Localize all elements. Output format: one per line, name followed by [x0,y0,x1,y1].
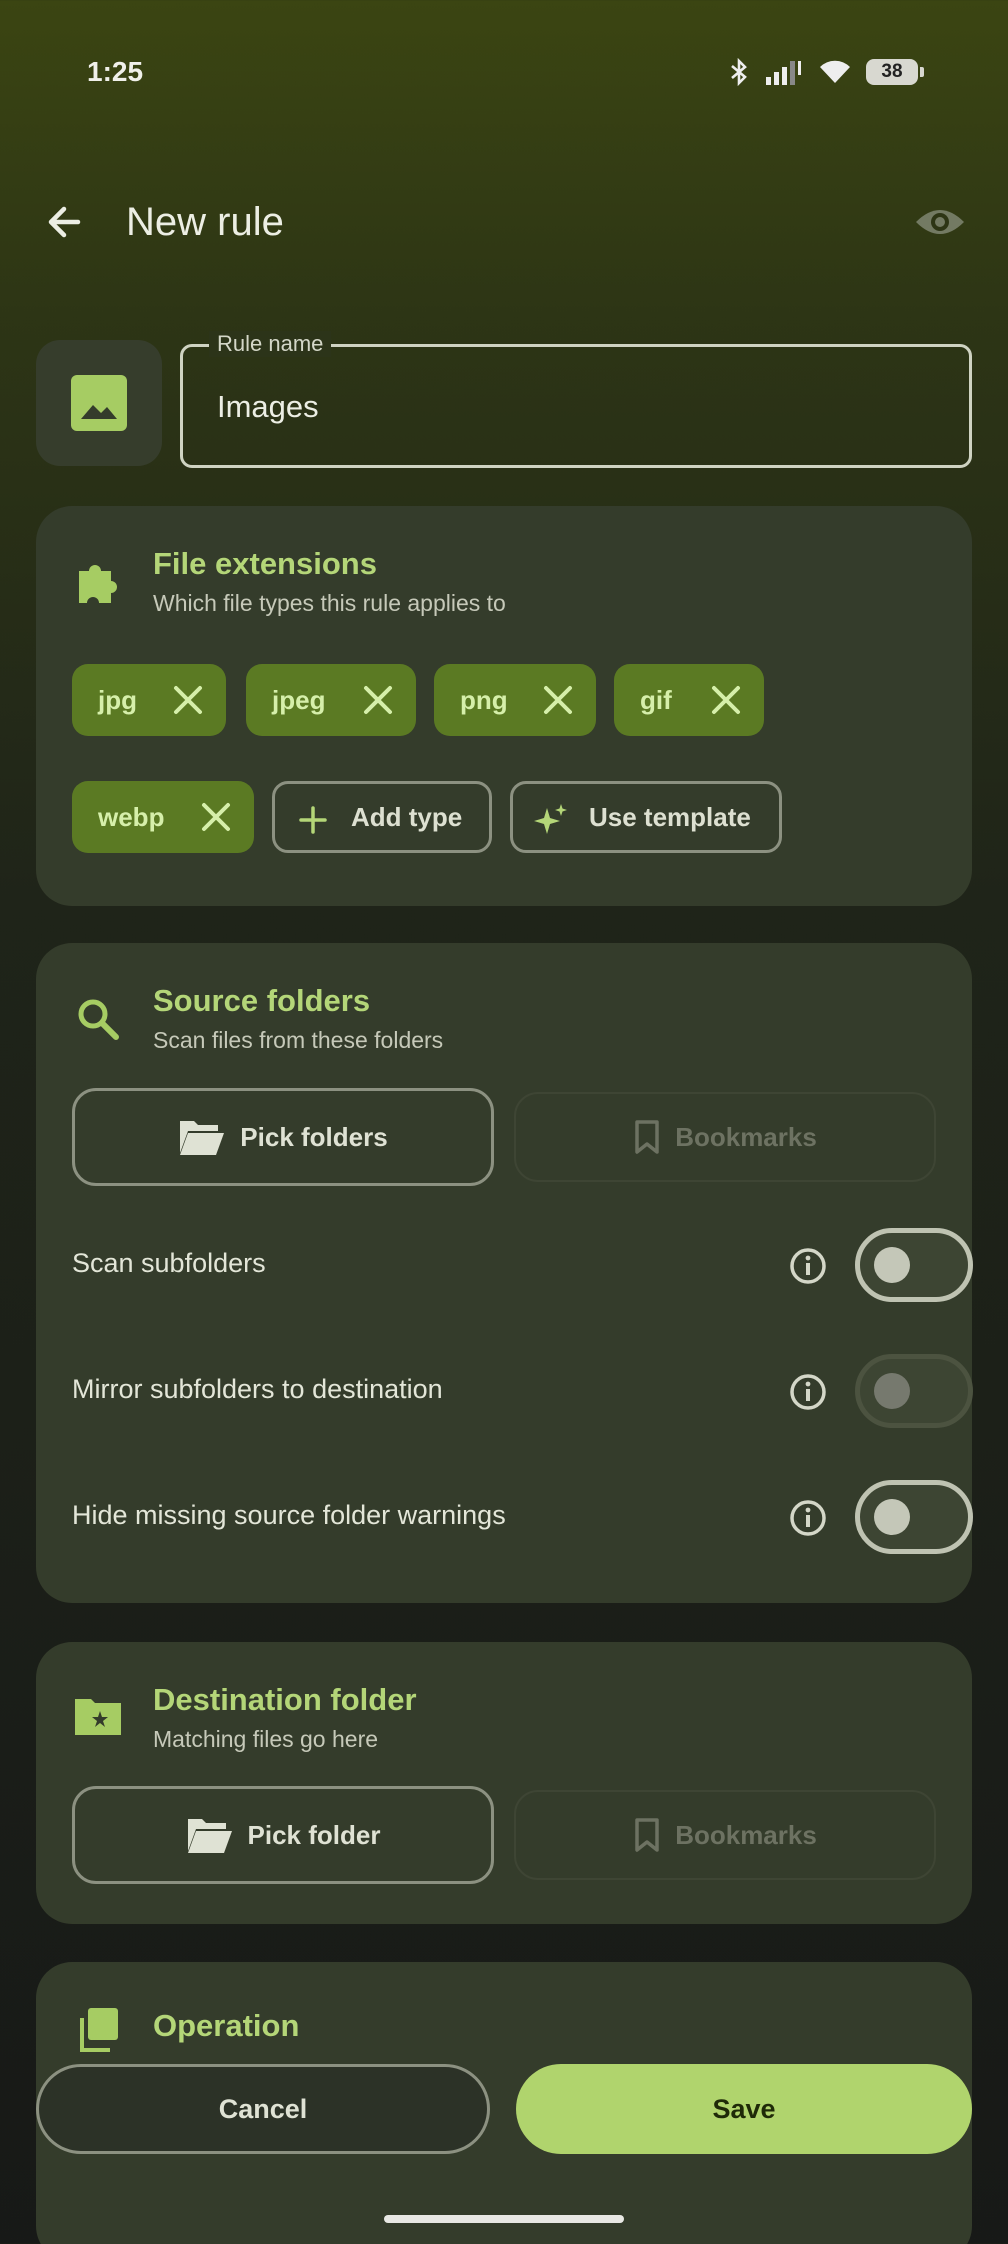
rule-name-value[interactable]: Images [217,389,319,425]
file-extensions-card: File extensions Which file types this ru… [36,506,972,906]
hide-warnings-toggle[interactable] [855,1480,973,1554]
status-icons: 38 [728,58,924,86]
mirror-subfolders-toggle[interactable] [855,1354,973,1428]
chip-label: png [460,684,508,715]
file-extensions-subtitle: Which file types this rule applies to [153,590,506,616]
pick-folder-button[interactable]: Pick folder [72,1786,494,1884]
setting-hide-warnings: Hide missing source folder warnings [72,1480,973,1554]
setting-label: Mirror subfolders to destination [72,1374,443,1404]
gesture-navigation-bar[interactable] [384,2215,624,2223]
close-icon[interactable] [540,682,576,718]
sparkle-icon [534,804,567,834]
use-template-label: Use template [589,801,751,832]
toggle-knob [874,1247,910,1283]
folder-open-icon [180,1121,225,1155]
info-icon[interactable] [788,1498,828,1538]
add-type-button[interactable]: Add type [272,781,492,853]
chip-gif[interactable]: gif [614,664,764,736]
chip-jpg[interactable]: jpg [72,664,226,736]
source-folders-subtitle: Scan files from these folders [153,1027,444,1053]
source-folders-card: Source folders Scan files from these fol… [36,943,973,1603]
destination-folder-card: Destination folder Matching files go her… [36,1642,972,1924]
source-bookmarks-button[interactable]: Bookmarks [514,1092,936,1182]
destination-bookmarks-button[interactable]: Bookmarks [514,1790,936,1880]
save-button[interactable]: Save [516,2064,972,2154]
copy-icon [72,2004,124,2056]
image-icon [71,375,127,431]
back-button[interactable] [36,194,92,250]
app-bar: New rule [0,180,1008,260]
chip-label: webp [98,801,165,832]
cancel-button[interactable]: Cancel [36,2064,490,2154]
destination-bookmarks-label: Bookmarks [675,1819,817,1850]
operation-title: Operation [153,2008,300,2043]
bookmark-icon [635,1818,659,1852]
source-bookmarks-label: Bookmarks [675,1121,817,1152]
status-bar: 1:25 38 [0,0,1008,150]
setting-label: Scan subfolders [72,1248,266,1278]
source-folders-title: Source folders [153,983,371,1018]
bottom-action-bar: Cancel Save [0,2050,1008,2244]
destination-folder-subtitle: Matching files go here [153,1726,379,1752]
setting-scan-subfolders: Scan subfolders [72,1228,973,1302]
scan-subfolders-toggle[interactable] [855,1228,973,1302]
close-icon[interactable] [708,682,744,718]
close-icon[interactable] [360,682,396,718]
page-title: New rule [126,200,284,244]
close-icon[interactable] [170,682,206,718]
toggle-knob [874,1499,910,1535]
add-type-label: Add type [351,801,463,832]
bluetooth-icon [731,58,747,86]
arrow-back-icon [48,206,81,238]
setting-mirror-subfolders: Mirror subfolders to destination [72,1354,973,1428]
rule-icon-button[interactable] [36,340,162,466]
chip-png[interactable]: png [434,664,596,736]
pick-folder-label: Pick folder [247,1819,381,1850]
folder-star-icon [72,1690,124,1742]
status-time: 1:25 [87,56,144,87]
info-icon[interactable] [788,1246,828,1286]
chip-jpeg[interactable]: jpeg [246,664,416,736]
bookmark-icon [635,1120,659,1154]
eye-icon [916,210,964,234]
rule-name-field[interactable]: Rule name Images [180,331,972,468]
file-extensions-title: File extensions [153,546,377,581]
info-icon[interactable] [788,1372,828,1412]
destination-folder-title: Destination folder [153,1682,417,1717]
search-icon [72,993,124,1045]
folder-open-icon [187,1819,232,1853]
use-template-button[interactable]: Use template [510,781,782,853]
pick-folders-label: Pick folders [240,1121,388,1152]
toggle-knob [874,1373,910,1409]
battery-indicator: 38 [866,59,924,85]
chip-label: gif [640,684,672,715]
setting-label: Hide missing source folder warnings [72,1500,506,1530]
puzzle-icon [72,556,124,608]
plus-icon [299,806,327,834]
rule-name-label: Rule name [209,331,332,357]
wifi-icon [820,60,850,83]
preview-button[interactable] [912,194,968,250]
signal-icon [766,61,801,85]
close-icon[interactable] [198,799,234,835]
chip-webp[interactable]: webp [72,781,254,853]
chip-label: jpg [98,684,137,715]
chip-label: jpeg [272,684,326,715]
pick-folders-button[interactable]: Pick folders [72,1088,494,1186]
